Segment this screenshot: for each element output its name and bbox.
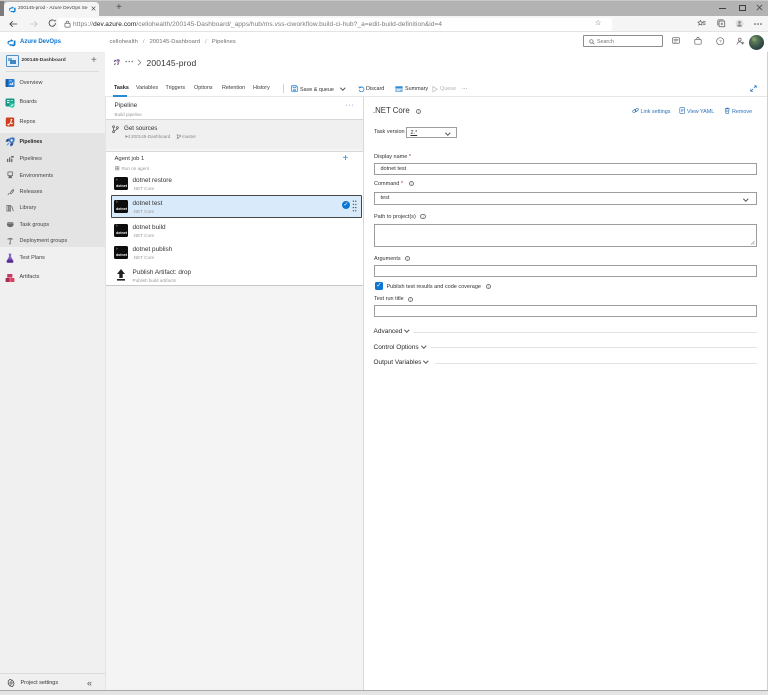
svg-text:?: ? [719,38,722,43]
